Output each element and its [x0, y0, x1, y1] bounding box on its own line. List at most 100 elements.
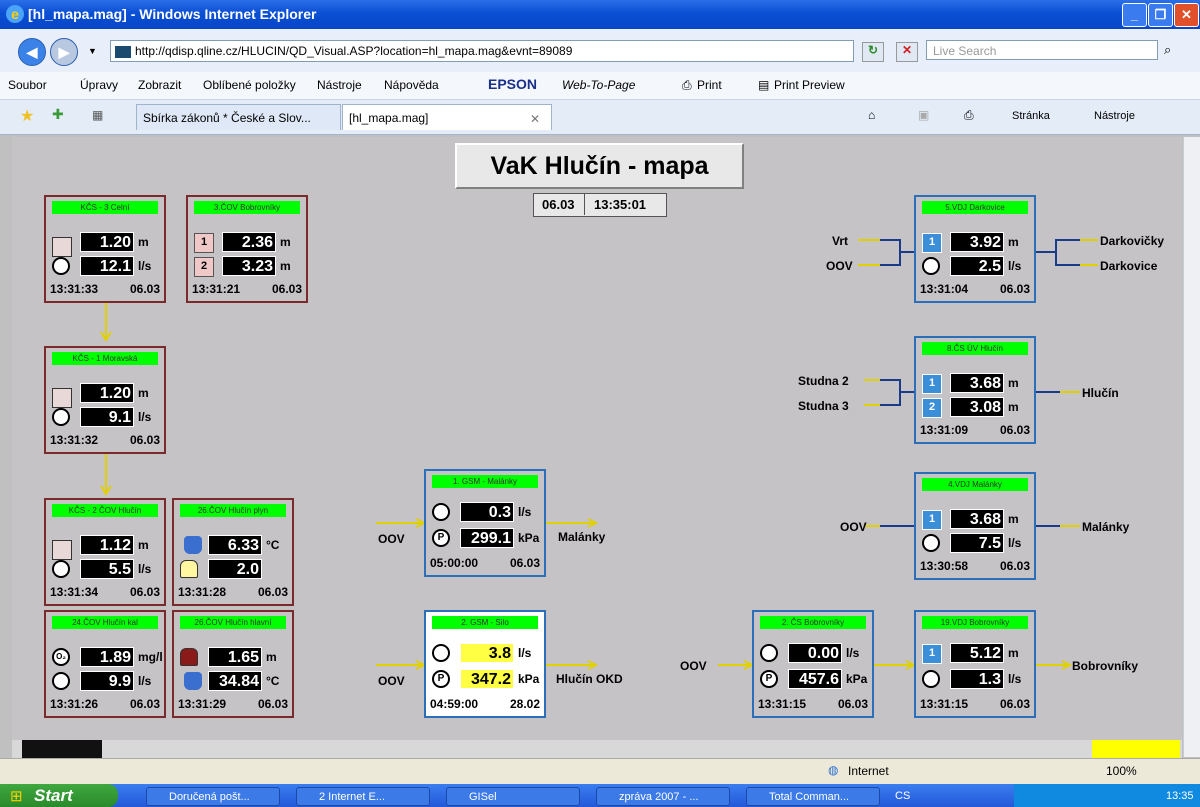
pressure-icon: P	[760, 670, 778, 688]
label-darkovice: Darkovice	[1100, 259, 1158, 273]
level-unit: m	[1008, 512, 1019, 526]
temperature-value: 6.33	[208, 535, 262, 555]
station-vdj-darkovice[interactable]: 5.VDJ Darkovice 1 3.92 m 2.5 l/s 13:31:04 06…	[914, 195, 1036, 303]
level-value: 5.12	[950, 643, 1004, 663]
level-unit: m	[266, 650, 277, 664]
station-cov-kal[interactable]: 24.ČOV Hlučín kal O₂ 1.89 mg/l 9.9 l/s 13:3…	[44, 610, 166, 718]
language-indicator[interactable]: CS	[895, 790, 910, 802]
level-2-unit: m	[1008, 400, 1019, 414]
current-date: 06.03	[542, 197, 575, 212]
station-name: 1. GSM - Malánky	[432, 475, 538, 488]
label-oov-gsm1: OOV	[378, 532, 405, 546]
bottom-dark-panel	[22, 740, 102, 758]
station-kcs1[interactable]: KČS - 1 Moravská 1.20 m 9.1 l/s 13:31:32 06…	[44, 346, 166, 454]
flow-value: 9.9	[80, 671, 134, 691]
taskbar-item-zprava[interactable]: zpráva 2007 - ...	[596, 787, 730, 806]
station-cs-bobrovniky[interactable]: 2. ČS Bobrovníky 0.00 l/s P 457.6 kPa 13:31…	[752, 610, 874, 718]
thermometer-icon	[184, 672, 202, 690]
station-gsm-malanky[interactable]: 1. GSM - Malánky 0.3 l/s P 299.1 kPa 05:00:…	[424, 469, 546, 577]
clock[interactable]: 13:35	[1166, 790, 1194, 802]
flow-unit: l/s	[138, 562, 152, 576]
update-date: 06.03	[999, 423, 1030, 437]
station-cov-bobrovniky[interactable]: 3.ČOV Bobrovníky 1 2.36 m 2 3.23 m 13:31:21 0…	[186, 195, 308, 303]
gas-value: 2.0	[208, 559, 262, 579]
flow-unit: l/s	[518, 505, 532, 519]
station-cs-uv-hlucin[interactable]: 8.ČS ÚV Hlučín 1 3.68 m 2 3.08 m 13:31:09 06.…	[914, 336, 1036, 444]
flow-value: 0.00	[788, 643, 842, 663]
flow-value: 7.5	[950, 533, 1004, 553]
taskbar-item-gisel[interactable]: GISel	[446, 787, 580, 806]
label-malanky-gsm: Malánky	[558, 530, 606, 544]
label-darkovicky: Darkovičky	[1100, 234, 1165, 248]
pressure-value: 347.2	[460, 669, 514, 689]
station-cov-hlavni[interactable]: 26.ČOV Hlučín hlavní 1.65 m 34.84 °C 13:31…	[172, 610, 294, 718]
update-date: 06.03	[999, 559, 1030, 573]
bottom-yellow-indicator	[1092, 740, 1180, 758]
station-name: 4.VDJ Malánky	[922, 478, 1028, 491]
update-time: 13:31:26	[50, 697, 99, 711]
update-time: 13:31:21	[192, 282, 241, 296]
tank-1-icon: 1	[922, 510, 942, 530]
flow-unit: l/s	[1008, 672, 1022, 686]
label-malanky-out: Malánky	[1082, 520, 1130, 534]
update-date: 06.03	[129, 433, 160, 447]
update-date: 06.03	[129, 282, 160, 296]
station-vdj-bobrovniky[interactable]: 19.VDJ Bobrovníky 1 5.12 m 1.3 l/s 13:31:15…	[914, 610, 1036, 718]
station-name: 24.ČOV Hlučín kal	[52, 616, 158, 629]
level-value: 1.65	[208, 647, 262, 667]
tank-icon	[52, 388, 72, 408]
update-time: 13:31:32	[50, 433, 99, 447]
station-name: 26.ČOV Hlučín hlavní	[180, 616, 286, 629]
update-date: 06.03	[129, 697, 160, 711]
temperature-value: 34.84	[208, 671, 262, 691]
level-unit: m	[138, 235, 149, 249]
flow-gauge-icon	[922, 257, 940, 275]
flow-value: 12.1	[80, 256, 134, 276]
station-kcs2[interactable]: KČS - 2 ČOV Hlučín 1.12 m 5.5 l/s 13:31:34…	[44, 498, 166, 606]
label-vrt: Vrt	[832, 234, 849, 248]
taskbar-item-outlook[interactable]: Doručená pošt...	[146, 787, 280, 806]
tank-1-icon: 1	[922, 644, 942, 664]
station-vdj-malanky[interactable]: 4.VDJ Malánky 1 3.68 m 7.5 l/s 13:30:58 06.0…	[914, 472, 1036, 580]
flow-value: 5.5	[80, 559, 134, 579]
oxygen-unit: mg/l	[138, 650, 163, 664]
flow-unit: l/s	[846, 646, 860, 660]
station-kcs3[interactable]: KČS - 3 Celní 1.20 m 12.1 l/s 13:31:33 06.0…	[44, 195, 166, 303]
flow-unit: l/s	[1008, 259, 1022, 273]
tank-2-icon: 2	[922, 398, 942, 418]
taskbar-item-ie[interactable]: 2 Internet E...	[296, 787, 430, 806]
label-oov-gsm2: OOV	[378, 674, 405, 688]
level-value: 3.92	[950, 232, 1004, 252]
flow-unit: l/s	[138, 674, 152, 688]
map-title: VaK Hlučín - mapa	[455, 143, 744, 189]
zoom-level[interactable]: 100%	[1106, 764, 1137, 778]
page-bottom-toolbar	[12, 740, 1182, 758]
station-name: 2. ČS Bobrovníky	[760, 616, 866, 629]
update-date: 06.03	[257, 697, 288, 711]
level-2-value: 3.08	[950, 397, 1004, 417]
flow-gauge-icon	[52, 672, 70, 690]
datetime-box: 06.03 13:35:01	[533, 193, 667, 217]
station-name: 3.ČOV Bobrovníky	[194, 201, 300, 214]
temperature-unit: °C	[266, 538, 280, 552]
label-oov-bobrovniky: OOV	[680, 659, 707, 673]
pressure-unit: kPa	[846, 672, 868, 686]
flow-unit: l/s	[518, 646, 532, 660]
update-time: 13:31:04	[920, 282, 969, 296]
update-date: 06.03	[999, 697, 1030, 711]
station-name: 19.VDJ Bobrovníky	[922, 616, 1028, 629]
update-time: 05:00:00	[430, 556, 479, 570]
update-time: 13:31:33	[50, 282, 99, 296]
level-value: 3.68	[950, 509, 1004, 529]
flow-gauge-icon	[432, 644, 450, 662]
taskbar-item-total-commander[interactable]: Total Comman...	[746, 787, 880, 806]
flow-gauge-icon	[760, 644, 778, 662]
flow-gauge-icon	[922, 534, 940, 552]
station-gsm-silo[interactable]: 2. GSM - Silo 3.8 l/s P 347.2 kPa 04:59:00 2…	[424, 610, 546, 718]
flow-value: 1.3	[950, 669, 1004, 689]
station-cov-plyn[interactable]: 26.ČOV Hlučín plyn 6.33 °C 2.0 13:31:28 06…	[172, 498, 294, 606]
flow-value: 3.8	[460, 643, 514, 663]
level-2-value: 3.23	[222, 256, 276, 276]
update-date: 28.02	[509, 697, 540, 711]
pressure-value: 299.1	[460, 528, 514, 548]
